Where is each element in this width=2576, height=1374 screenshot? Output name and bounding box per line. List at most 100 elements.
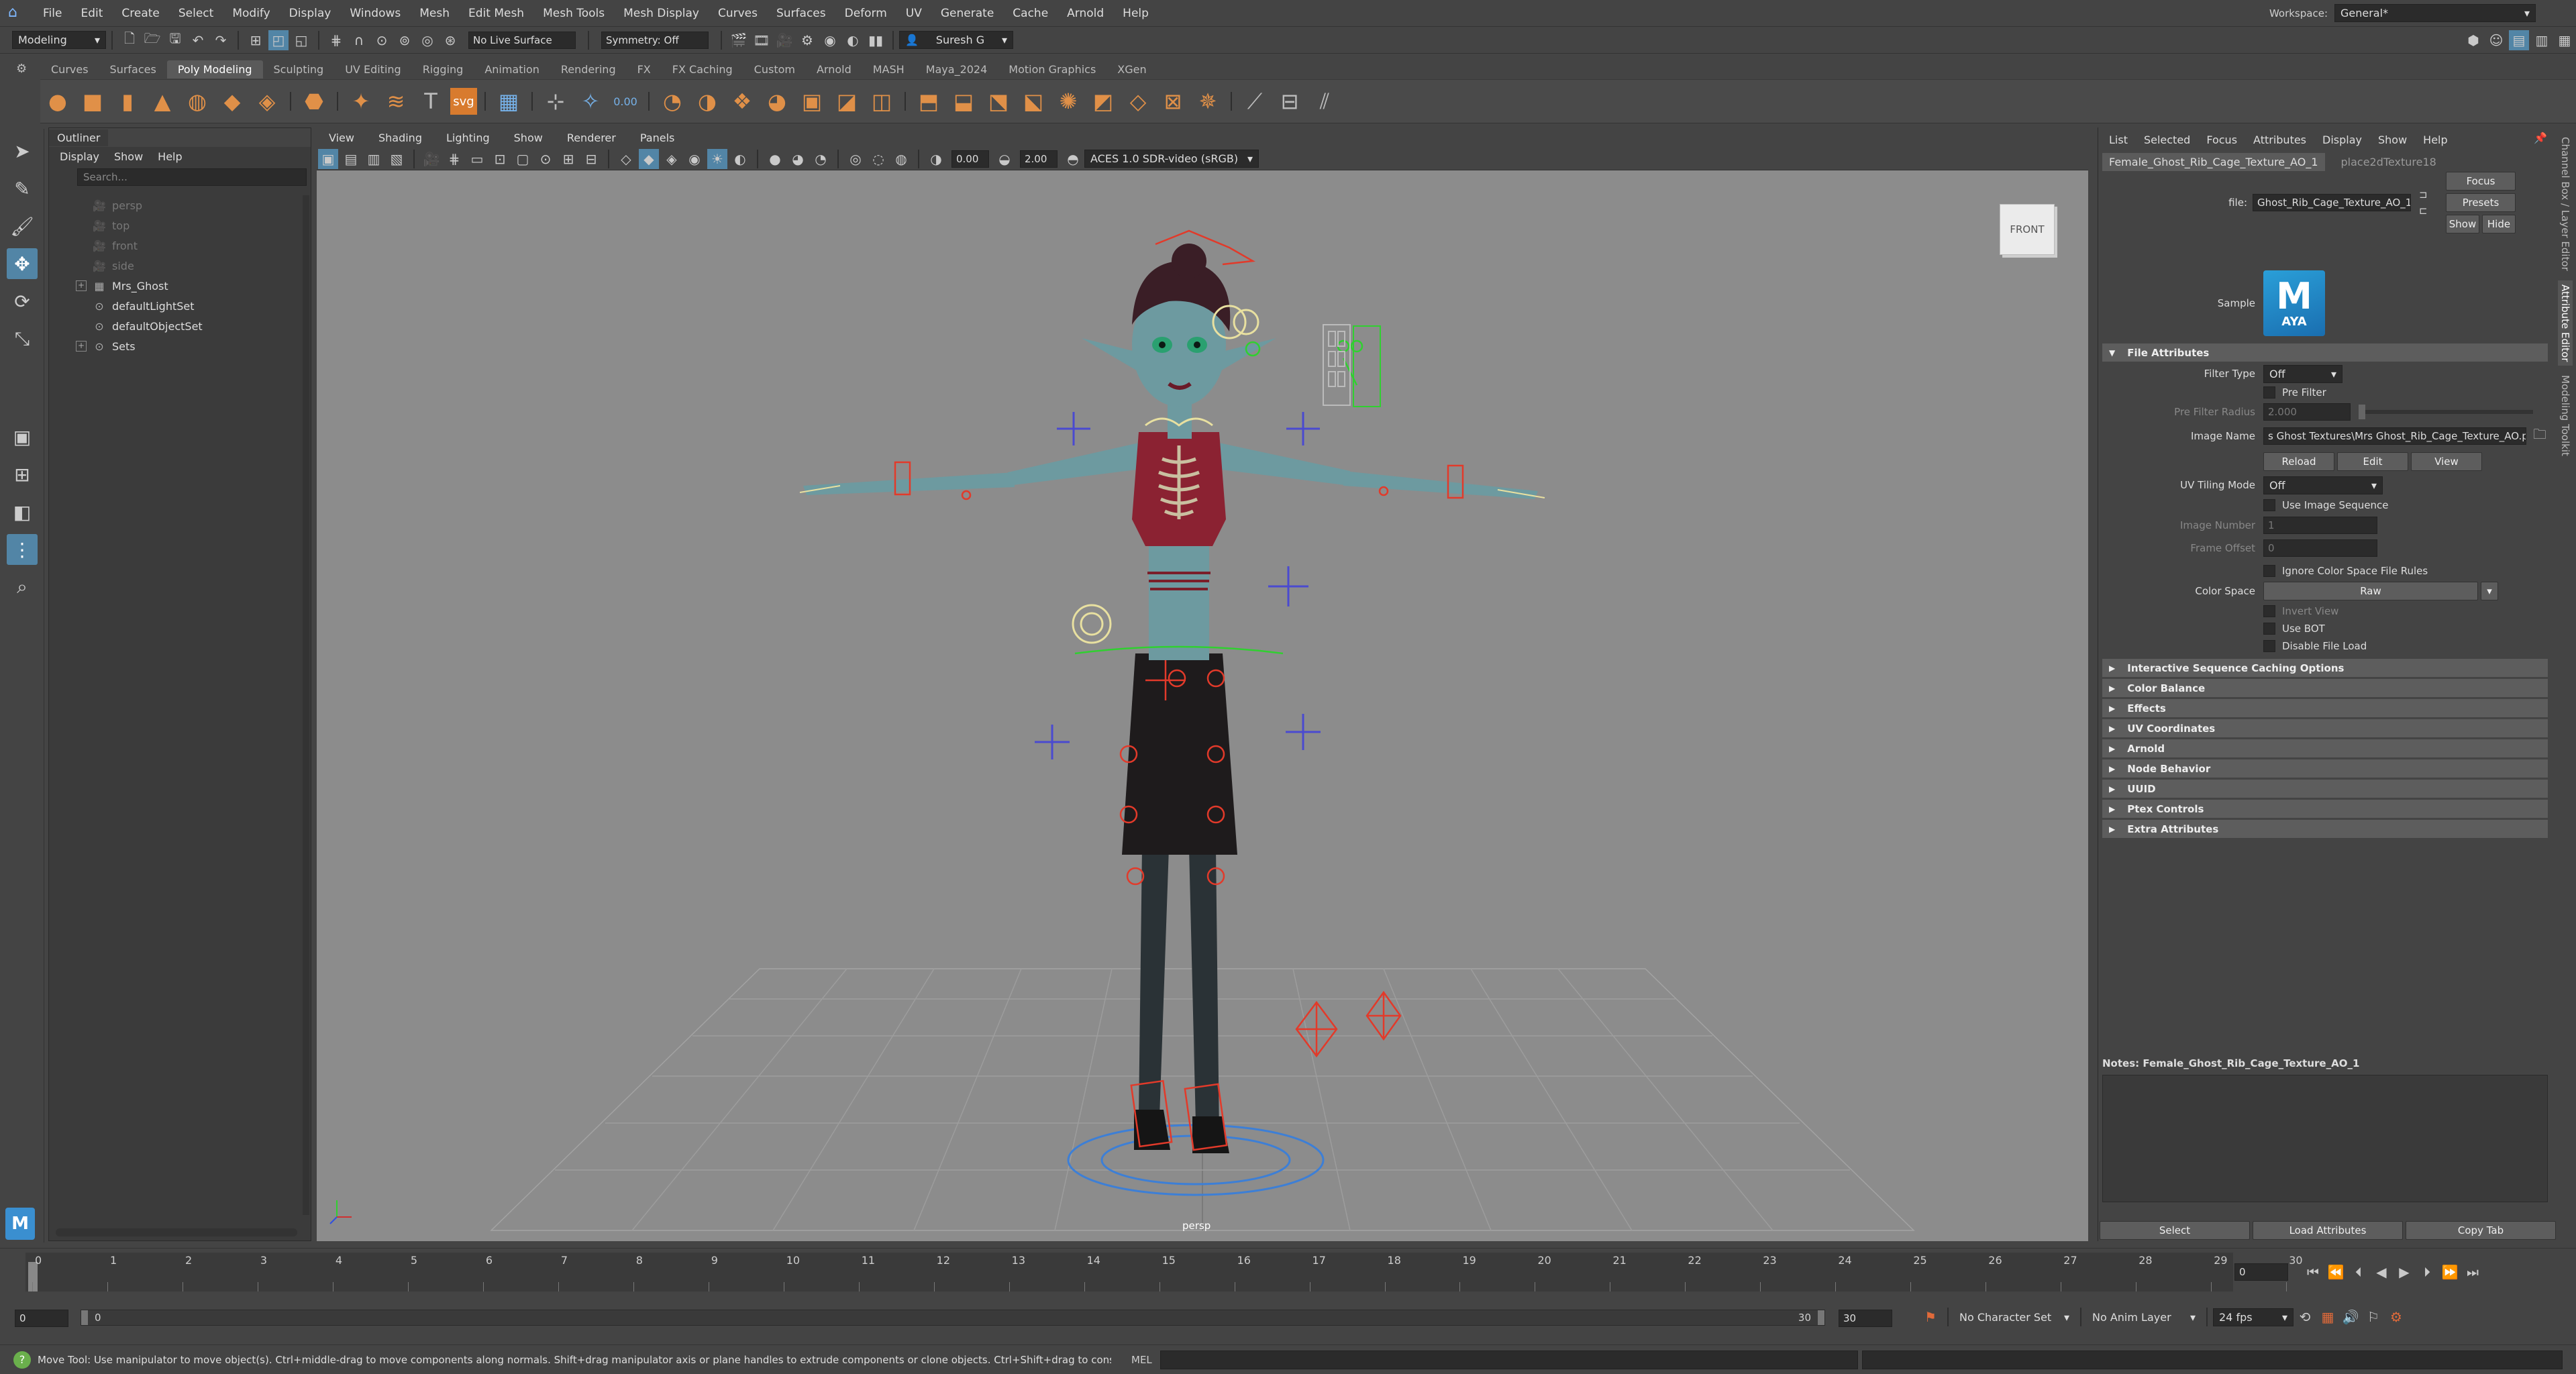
outliner-item[interactable]: 🎥 top [76, 215, 311, 235]
channel-box-icon[interactable]: ▦ [2555, 30, 2575, 50]
outliner-search-input[interactable]: Search... [77, 168, 307, 186]
pre-filter-checkbox[interactable] [2263, 386, 2275, 399]
section-color-balance[interactable]: ▶ Color Balance [2102, 679, 2548, 697]
maya-home-icon[interactable]: ⌂ [8, 4, 27, 23]
shelf-tab-mash[interactable]: MASH [862, 60, 915, 78]
snap-surface-icon[interactable]: ◎ [417, 30, 437, 50]
poly-torus-icon[interactable]: ◍ [182, 86, 213, 117]
menu-deform[interactable]: Deform [835, 7, 896, 20]
paint-select-icon[interactable]: 🖌 [7, 211, 38, 242]
shelf-tab-animation[interactable]: Animation [474, 60, 550, 78]
end-time-field[interactable]: 30 [1839, 1310, 1892, 1327]
ae-menu-focus[interactable]: Focus [2206, 134, 2237, 146]
node-name-field[interactable]: Ghost_Rib_Cage_Texture_AO_1 [2253, 194, 2411, 211]
safe-action-icon[interactable]: ⊞ [558, 149, 578, 169]
render-settings-icon[interactable]: ⚙ [797, 30, 817, 50]
scale-tool-icon[interactable]: ⤡ [7, 323, 38, 354]
outliner-item[interactable]: 🎥 persp [76, 195, 311, 215]
human-ik-icon[interactable]: ☺ [2486, 30, 2506, 50]
audio-icon[interactable]: 🔊 [2340, 1307, 2361, 1327]
move-tool-icon[interactable]: ✥ [7, 248, 38, 279]
hide-button[interactable]: Hide [2482, 215, 2516, 233]
wireframe-icon[interactable]: ◇ [616, 149, 636, 169]
filter-type-dropdown[interactable]: Off ▾ [2263, 364, 2342, 383]
menu-windows[interactable]: Windows [340, 7, 410, 20]
expand-icon[interactable]: + [76, 280, 87, 291]
mel-label[interactable]: MEL [1131, 1354, 1152, 1366]
chevron-down-icon[interactable]: ▾ [2481, 582, 2498, 600]
menu-cache[interactable]: Cache [1003, 7, 1058, 20]
tab-modeling-toolkit[interactable]: Modeling Toolkit [2558, 371, 2573, 460]
camera-icon[interactable]: 🎥 [421, 149, 442, 169]
outliner-item[interactable]: ⊙ defaultLightSet [76, 296, 311, 316]
menu-create[interactable]: Create [112, 7, 169, 20]
outliner-item[interactable]: + ⊙ Sets [76, 336, 311, 356]
bevel-icon[interactable]: ⊹ [540, 86, 571, 117]
new-scene-icon[interactable]: 🗋 [119, 30, 140, 50]
persp-outliner-layout-icon[interactable]: ◧ [7, 496, 38, 527]
tab-file-node[interactable]: Female_Ghost_Rib_Cage_Texture_AO_1 [2102, 152, 2325, 171]
shelf-tab-xgen[interactable]: XGen [1106, 60, 1157, 78]
gate-mask-icon[interactable]: ▢ [513, 149, 533, 169]
workspace-dropdown[interactable]: General* ▾ [2334, 4, 2536, 22]
outliner-item[interactable]: + ▦ Mrs_Ghost [76, 276, 311, 296]
safe-title-icon[interactable]: ⊟ [581, 149, 601, 169]
play-backwards-icon[interactable]: ◀ [2371, 1262, 2391, 1282]
outliner-item[interactable]: ⊙ defaultObjectSet [76, 316, 311, 336]
ignore-color-space-checkbox[interactable] [2263, 565, 2275, 577]
view-cube[interactable]: FRONT [2000, 204, 2055, 255]
color-space-dropdown[interactable]: Raw [2263, 582, 2478, 600]
ae-menu-help[interactable]: Help [2423, 134, 2447, 146]
open-scene-icon[interactable]: 🗁 [142, 30, 162, 50]
snap-grid-icon[interactable]: ⋕ [326, 30, 346, 50]
snap-live-icon[interactable]: ⊛ [440, 30, 460, 50]
go-to-end-icon[interactable]: ⏭ [2463, 1262, 2483, 1282]
redo-icon[interactable]: ↷ [211, 30, 231, 50]
section-file-attributes[interactable]: ▼ File Attributes [2102, 344, 2548, 362]
current-frame-field[interactable]: 0 [2234, 1263, 2288, 1281]
use-all-lights-icon[interactable]: ☀ [707, 148, 727, 169]
grid-toggle-icon[interactable]: ⋕ [444, 149, 464, 169]
invert-view-checkbox[interactable] [2263, 605, 2275, 617]
rotate-tool-icon[interactable]: ⟳ [7, 286, 38, 317]
fill-hole-icon[interactable]: ⬕ [1018, 86, 1049, 117]
playblast-icon[interactable]: ▮▮ [866, 30, 886, 50]
show-button[interactable]: Show [2446, 215, 2479, 233]
render-sequence-icon[interactable]: 🎞 [752, 30, 772, 50]
shelf-tab-fx-caching[interactable]: FX Caching [662, 60, 743, 78]
menu-file[interactable]: File [34, 7, 71, 20]
notes-textarea[interactable] [2102, 1075, 2548, 1202]
svg-tool-icon[interactable]: svg [450, 88, 477, 115]
arnold-render-view-icon[interactable]: ◐ [843, 30, 863, 50]
bookmarks-icon[interactable]: ▥ [364, 149, 384, 169]
start-time-field[interactable]: 0 [15, 1310, 68, 1327]
color-management-icon[interactable]: ◓ [1063, 149, 1083, 169]
single-perspective-layout-icon[interactable]: ▣ [7, 421, 38, 452]
anim-layer-dropdown[interactable]: No Anim Layer ▾ [2087, 1308, 2201, 1326]
image-plane-icon[interactable]: ▧ [387, 149, 407, 169]
shelf-tab-poly-modeling[interactable]: Poly Modeling [166, 60, 263, 78]
input-connection-icon[interactable]: ⊐ [2419, 189, 2436, 201]
outliner-menu-display[interactable]: Display [60, 150, 99, 163]
tool-settings-icon[interactable]: ▥ [2532, 30, 2552, 50]
range-bar[interactable]: 0 30 [81, 1310, 1825, 1326]
menu-mesh[interactable]: Mesh [410, 7, 459, 20]
modeling-toolkit-shelf-icon[interactable]: ▦ [493, 86, 524, 117]
select-camera-icon[interactable]: ▣ [318, 148, 338, 169]
select-hierarchy-icon[interactable]: ⊞ [246, 30, 266, 50]
pin-icon[interactable]: 📌 [2534, 131, 2547, 144]
outliner-item[interactable]: 🎥 side [76, 256, 311, 276]
shadows-icon[interactable]: ◐ [730, 149, 750, 169]
default-material-icon[interactable]: ◈ [662, 149, 682, 169]
exposure-field[interactable]: 0.00 [951, 150, 989, 168]
hypershade-icon[interactable]: ◉ [820, 30, 840, 50]
shelf-tab-surfaces[interactable]: Surfaces [99, 60, 167, 78]
viewport-3d[interactable]: FRONT persp [317, 170, 2088, 1241]
merge-icon[interactable]: ✺ [1053, 86, 1084, 117]
anti-aliasing-icon[interactable]: ◔ [811, 149, 831, 169]
load-attributes-button[interactable]: Load Attributes [2253, 1221, 2403, 1240]
lasso-tool-icon[interactable]: ✎ [7, 173, 38, 204]
quad-draw-icon[interactable]: ✧ [575, 86, 606, 117]
image-number-field[interactable]: 1 [2263, 517, 2377, 534]
multi-cut-icon[interactable]: ✵ [1192, 86, 1223, 117]
